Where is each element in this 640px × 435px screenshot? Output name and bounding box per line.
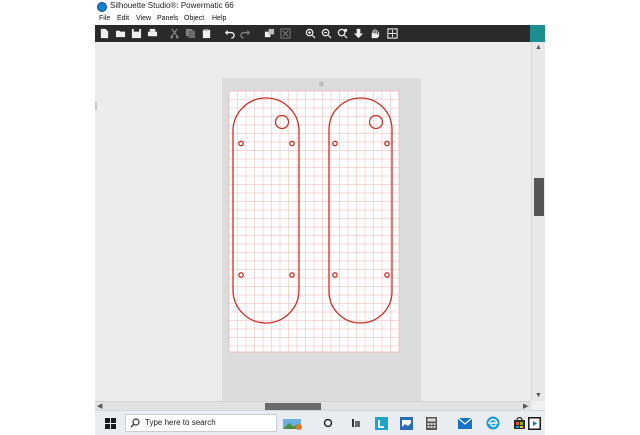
media-player-icon[interactable] xyxy=(526,414,542,432)
horizontal-scroll-thumb[interactable] xyxy=(265,403,321,410)
start-icon[interactable] xyxy=(101,414,119,432)
scroll-right-icon[interactable]: ▶ xyxy=(523,402,528,410)
zoom-selection-icon[interactable] xyxy=(336,27,349,40)
scroll-left-icon[interactable]: ◀ xyxy=(97,402,102,410)
menu-view[interactable]: View xyxy=(136,15,151,22)
vertical-scrollbar[interactable]: ▲ ▼ xyxy=(531,42,545,401)
people-icon[interactable] xyxy=(281,414,305,432)
l-app-icon[interactable] xyxy=(373,414,389,432)
menu-bar: File Edit View Panels Object Help xyxy=(95,14,545,25)
page-grid xyxy=(229,91,399,352)
panel-toggle[interactable] xyxy=(530,25,545,42)
cutting-mat xyxy=(222,78,421,401)
title-bar: Silhouette Studio®: Powermatic 66 xyxy=(95,0,545,14)
scroll-up-icon[interactable]: ▲ xyxy=(535,44,542,51)
save-icon[interactable] xyxy=(130,27,143,40)
zoom-in-icon[interactable] xyxy=(304,27,317,40)
app-logo-icon xyxy=(97,2,107,12)
open-icon[interactable] xyxy=(114,27,127,40)
taskbar-app-icon[interactable] xyxy=(348,414,364,432)
window-title: Silhouette Studio®: Powermatic 66 xyxy=(110,1,234,10)
edge-icon[interactable] xyxy=(485,414,501,432)
photos-icon[interactable] xyxy=(398,414,414,432)
pan-hand-icon[interactable] xyxy=(368,27,381,40)
print-icon[interactable] xyxy=(146,27,159,40)
calculator-icon[interactable] xyxy=(423,414,439,432)
move-down-icon[interactable] xyxy=(352,27,365,40)
menu-object[interactable]: Object xyxy=(184,15,204,22)
mat-move-handle[interactable] xyxy=(318,81,325,87)
fit-page-icon[interactable] xyxy=(386,27,399,40)
copy-icon[interactable] xyxy=(184,27,197,40)
menu-file[interactable]: File xyxy=(99,15,110,22)
cut-icon[interactable] xyxy=(168,27,181,40)
search-icon xyxy=(130,418,140,428)
mail-icon[interactable] xyxy=(457,414,473,432)
toolbar xyxy=(95,25,545,42)
ungroup-icon[interactable] xyxy=(279,27,292,40)
search-placeholder: Type here to search xyxy=(145,418,216,427)
workspace-edge xyxy=(95,102,97,110)
undo-icon[interactable] xyxy=(223,27,236,40)
redo-icon[interactable] xyxy=(239,27,252,40)
group-icon[interactable] xyxy=(263,27,276,40)
scroll-down-icon[interactable]: ▼ xyxy=(535,392,542,399)
windows-taskbar: Type here to search xyxy=(95,410,545,435)
silhouette-studio-window: Silhouette Studio®: Powermatic 66 File E… xyxy=(95,0,545,410)
task-view-icon[interactable] xyxy=(321,414,335,432)
paste-icon[interactable] xyxy=(200,27,213,40)
taskbar-search-box[interactable]: Type here to search xyxy=(125,414,277,432)
menu-edit[interactable]: Edit xyxy=(117,15,129,22)
menu-help[interactable]: Help xyxy=(212,15,226,22)
horizontal-scrollbar[interactable]: ◀ ▶ xyxy=(95,401,531,410)
menu-panels[interactable]: Panels xyxy=(157,15,178,22)
store-icon[interactable] xyxy=(511,414,527,432)
design-workspace[interactable] xyxy=(95,42,531,401)
new-icon[interactable] xyxy=(98,27,111,40)
vertical-scroll-thumb[interactable] xyxy=(534,178,544,216)
zoom-out-icon[interactable] xyxy=(320,27,333,40)
